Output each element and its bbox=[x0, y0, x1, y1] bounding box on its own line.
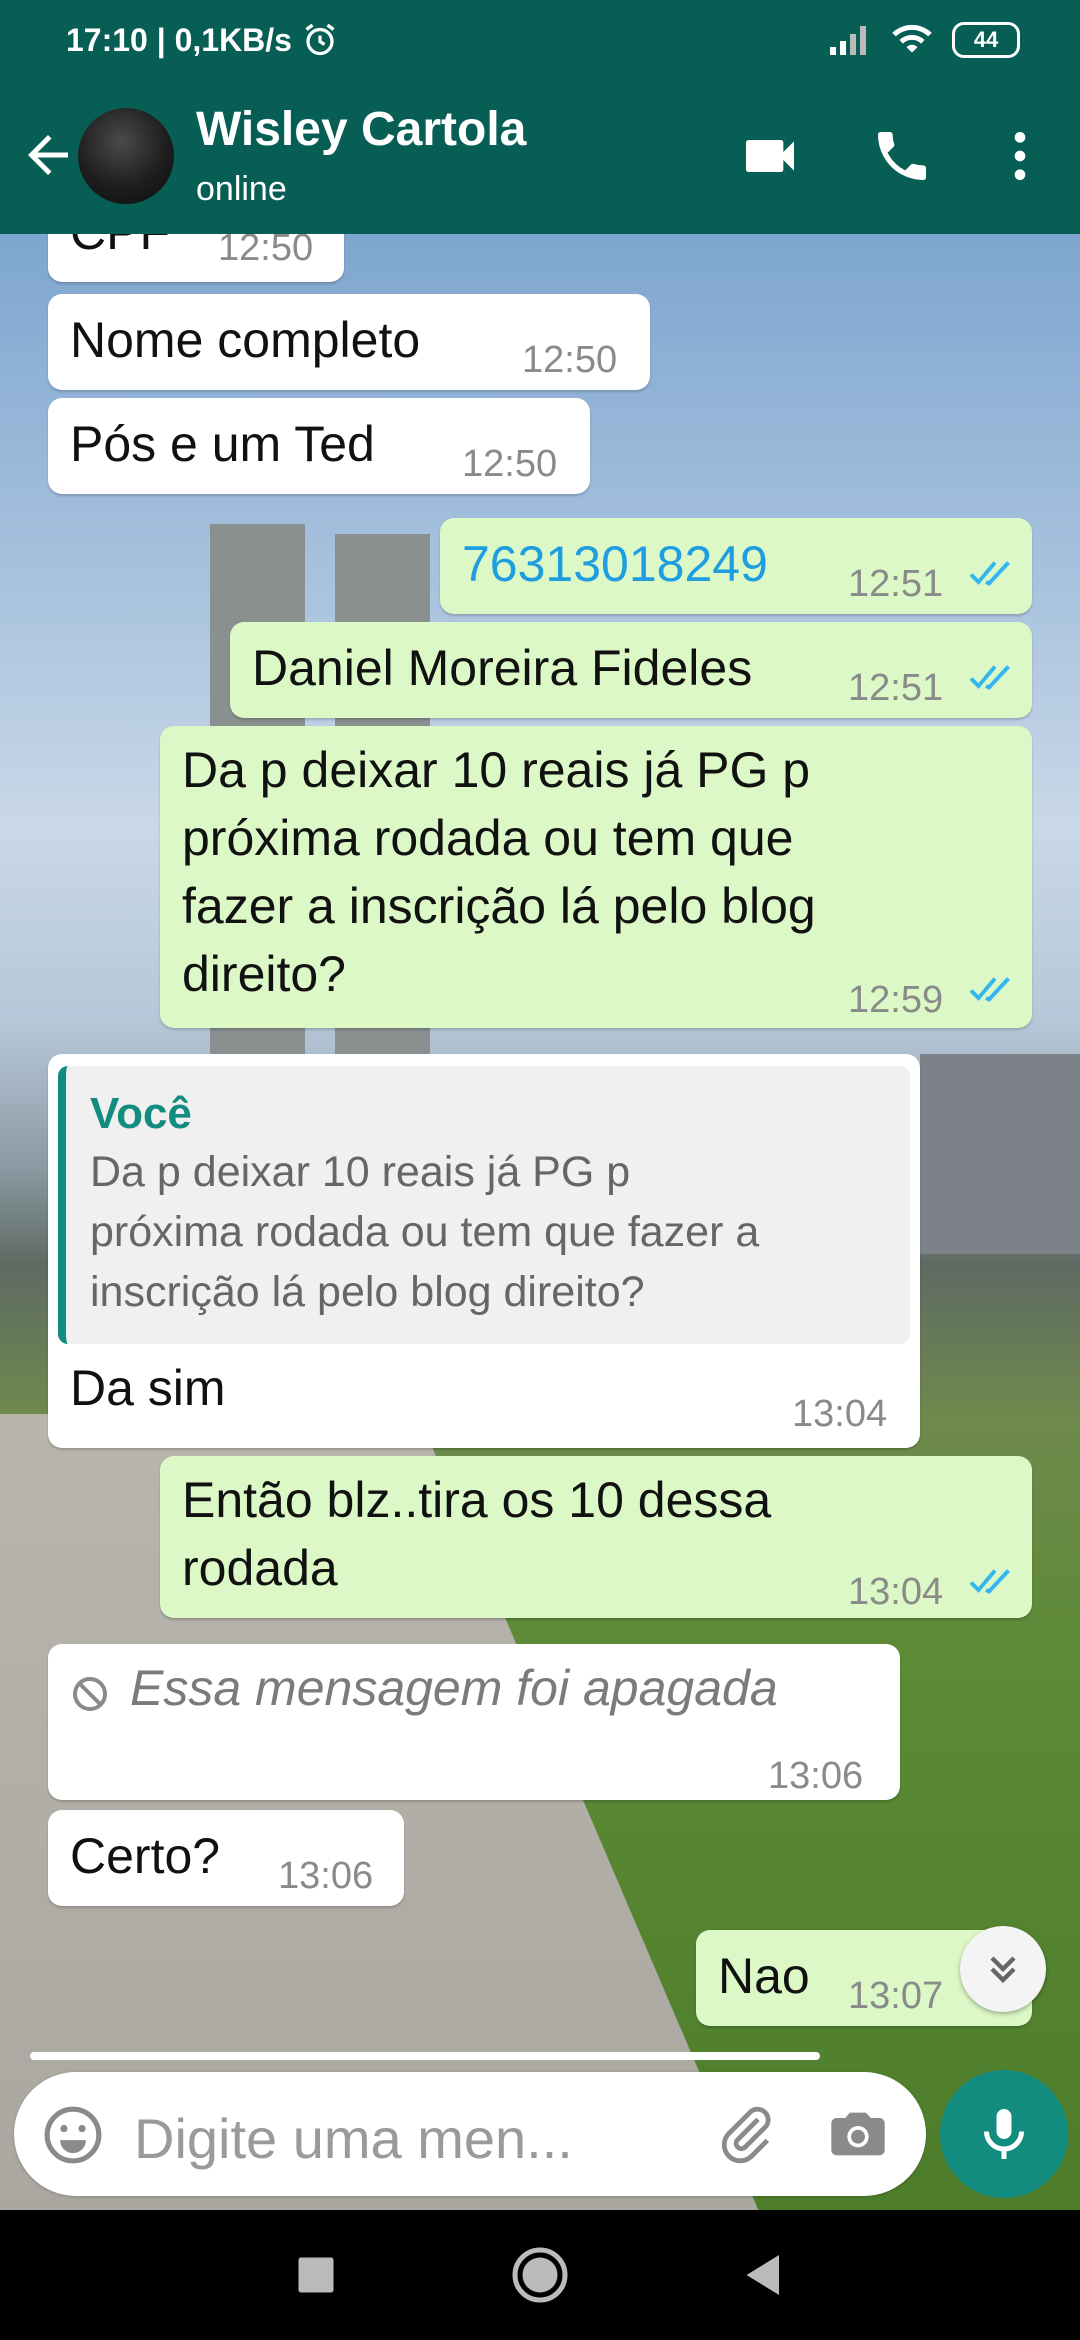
wifi-icon bbox=[892, 24, 932, 53]
message-text: CPF bbox=[70, 234, 170, 266]
message-time: 12:50 bbox=[462, 443, 558, 485]
message-text: Nome completo bbox=[70, 312, 421, 368]
contact-status: online bbox=[196, 170, 287, 208]
message-incoming-reply[interactable]: Você Da p deixar 10 reais já PG p próxim… bbox=[48, 1054, 920, 1448]
chat-area[interactable]: CPF 12:50 Nome completo 12:50 Pós e um T… bbox=[0, 234, 1080, 2214]
message-outgoing[interactable]: Então blz..tira os 10 dessa rodada 13:04 bbox=[160, 1456, 1032, 1618]
message-text: Certo? bbox=[70, 1828, 221, 1884]
double-check-icon bbox=[969, 561, 1010, 586]
double-check-icon bbox=[969, 665, 1010, 690]
message-incoming[interactable]: Pós e um Ted 12:50 bbox=[48, 398, 590, 494]
phone-icon[interactable] bbox=[870, 124, 934, 188]
message-time: 13:06 bbox=[768, 1755, 864, 1797]
alarm-icon bbox=[305, 23, 335, 56]
message-line: rodada bbox=[182, 1540, 338, 1596]
recents-button[interactable] bbox=[286, 2245, 346, 2305]
battery-level: 44 bbox=[973, 27, 999, 52]
message-time: 12:50 bbox=[522, 339, 618, 381]
message-incoming-deleted[interactable]: Essa mensagem foi apagada 13:06 bbox=[48, 1644, 900, 1800]
mic-icon bbox=[984, 2109, 1024, 2159]
chevron-double-down-icon bbox=[990, 1956, 1016, 1984]
quote-line: inscrição lá pelo blog direito? bbox=[90, 1268, 645, 1316]
status-time-speed: 17:10 | 0,1KB/s bbox=[66, 21, 292, 58]
camera-icon[interactable] bbox=[826, 2102, 890, 2166]
back-button[interactable] bbox=[734, 2245, 794, 2305]
message-outgoing[interactable]: Da p deixar 10 reais já PG p próxima rod… bbox=[160, 726, 1032, 1028]
status-right: 44 bbox=[828, 0, 1020, 80]
message-time: 13:04 bbox=[792, 1393, 888, 1435]
battery-indicator: 44 bbox=[952, 22, 1020, 58]
message-line: Da p deixar 10 reais já PG p bbox=[182, 742, 811, 798]
message-incoming[interactable]: Certo? 13:06 bbox=[48, 1810, 404, 1906]
attach-icon[interactable] bbox=[714, 2102, 778, 2166]
status-left: 17:10 | 0,1KB/s bbox=[66, 22, 338, 59]
message-incoming[interactable]: Nome completo 12:50 bbox=[48, 294, 650, 390]
signal-icon bbox=[830, 26, 866, 55]
video-call-icon[interactable] bbox=[738, 124, 802, 188]
double-check-icon bbox=[969, 1569, 1010, 1594]
message-text: Essa mensagem foi apagada bbox=[130, 1660, 778, 1716]
divider-line bbox=[30, 2052, 820, 2060]
home-button[interactable] bbox=[510, 2245, 570, 2305]
message-outgoing[interactable]: Daniel Moreira Fideles 12:51 bbox=[230, 622, 1032, 718]
message-outgoing[interactable]: 76313018249 12:51 bbox=[440, 518, 1032, 614]
message-time: 12:51 bbox=[848, 563, 944, 605]
quoted-message[interactable]: Você Da p deixar 10 reais já PG p próxim… bbox=[58, 1066, 910, 1344]
message-text: Nao bbox=[718, 1948, 810, 2004]
message-time: 13:04 bbox=[848, 1571, 944, 1613]
contact-name[interactable]: Wisley Cartola bbox=[196, 102, 526, 157]
system-nav-bar bbox=[0, 2210, 1080, 2340]
message-time: 12:59 bbox=[848, 979, 944, 1021]
message-text: Daniel Moreira Fideles bbox=[252, 640, 753, 696]
message-link-text[interactable]: 76313018249 bbox=[462, 530, 768, 598]
scroll-to-bottom-button[interactable] bbox=[960, 1926, 1046, 2012]
message-line: Então blz..tira os 10 dessa bbox=[182, 1472, 772, 1528]
message-text: Da sim bbox=[70, 1360, 226, 1416]
quote-author: Você bbox=[90, 1089, 192, 1138]
emoji-icon[interactable] bbox=[42, 2104, 104, 2166]
message-time: 13:07 bbox=[848, 1975, 944, 2017]
chat-header: Wisley Cartola online bbox=[0, 80, 1080, 234]
quote-line: Da p deixar 10 reais já PG p bbox=[90, 1148, 631, 1196]
status-bar: 17:10 | 0,1KB/s 44 bbox=[0, 0, 1080, 80]
quote-line: próxima rodada ou tem que fazer a bbox=[90, 1208, 760, 1256]
mic-button[interactable] bbox=[940, 2070, 1068, 2198]
message-time: 12:50 bbox=[218, 234, 314, 269]
message-time: 12:51 bbox=[848, 667, 944, 709]
double-check-icon bbox=[969, 977, 1010, 1002]
message-line: fazer a inscrição lá pelo blog bbox=[182, 878, 816, 934]
message-line: direito? bbox=[182, 946, 346, 1002]
background-building bbox=[920, 1054, 1080, 1254]
message-incoming[interactable]: CPF 12:50 bbox=[48, 234, 344, 282]
quote-text: Da p deixar 10 reais já PG p próxima rod… bbox=[90, 1142, 920, 1322]
message-text: Pós e um Ted bbox=[70, 416, 375, 472]
back-arrow-icon[interactable] bbox=[18, 125, 78, 185]
message-input-placeholder[interactable]: Digite uma men... bbox=[134, 2106, 573, 2171]
more-options-icon[interactable] bbox=[988, 124, 1052, 188]
avatar[interactable] bbox=[78, 108, 174, 204]
message-input-bar[interactable]: Digite uma men... bbox=[14, 2072, 926, 2196]
blocked-icon bbox=[73, 1677, 107, 1711]
message-time: 13:06 bbox=[278, 1855, 374, 1897]
message-line: próxima rodada ou tem que bbox=[182, 810, 794, 866]
